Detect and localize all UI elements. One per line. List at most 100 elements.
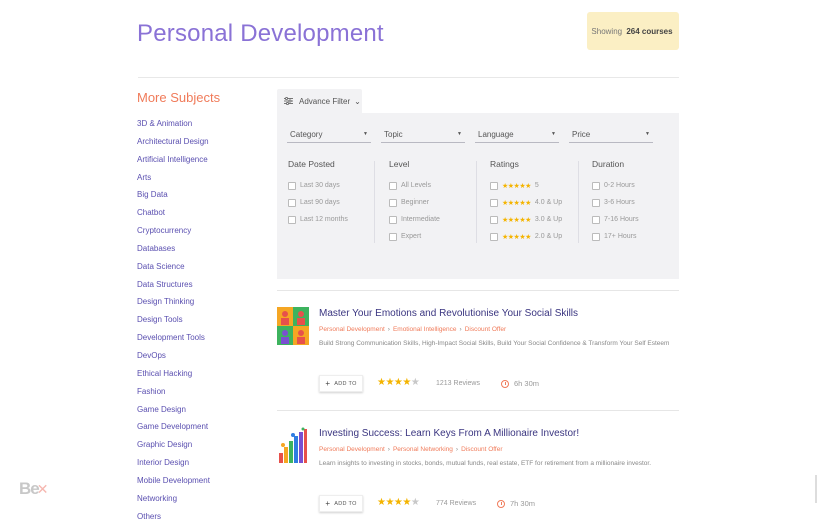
checkbox[interactable]: [389, 181, 397, 190]
subject-link[interactable]: Ethical Hacking: [137, 369, 210, 387]
checkbox[interactable]: [490, 215, 498, 224]
checkbox[interactable]: [288, 181, 296, 190]
ratings-filter: Ratings ★★★★★ 5 ★★★★★ 4.0 & Up ★★★★★ 3.0 & …: [490, 159, 562, 245]
subject-link[interactable]: Design Tools: [137, 315, 210, 333]
course-reviews: 1213 Reviews: [436, 380, 480, 387]
subject-link[interactable]: Fashion: [137, 387, 210, 405]
advance-filter-label: Advance Filter: [299, 96, 351, 106]
option-label: 3.0 & Up: [534, 216, 563, 223]
crumb-link[interactable]: Personal Development: [319, 446, 385, 453]
rating-option[interactable]: ★★★★★ 3.0 & Up: [490, 211, 562, 228]
checkbox[interactable]: [592, 215, 600, 224]
level-option[interactable]: Intermediate: [389, 211, 440, 228]
course-title[interactable]: Investing Success: Learn Keys From A Mil…: [319, 428, 579, 439]
option-label: Intermediate: [401, 216, 440, 223]
star-icon: ★★★★★: [502, 233, 531, 241]
price-dropdown[interactable]: Price ▼: [569, 126, 653, 143]
subject-link[interactable]: Big Data: [137, 190, 210, 208]
course-rating: ★★★★★: [377, 497, 420, 508]
subject-link[interactable]: Artificial Intelligence: [137, 155, 210, 173]
subject-link[interactable]: Chatbot: [137, 208, 210, 226]
date-option[interactable]: Last 30 days: [288, 177, 348, 194]
add-to-label: ADD TO: [334, 500, 357, 507]
filter-divider: [374, 161, 375, 243]
option-label: Last 90 days: [300, 199, 340, 206]
subject-link[interactable]: Design Thinking: [137, 297, 210, 315]
date-option[interactable]: Last 12 months: [288, 211, 348, 228]
rating-option[interactable]: ★★★★★ 5: [490, 177, 562, 194]
language-dropdown-label: Language: [478, 129, 514, 139]
level-option[interactable]: Beginner: [389, 194, 440, 211]
course-thumbnail[interactable]: [277, 427, 309, 465]
caret-down-icon: ▼: [457, 131, 462, 137]
subject-link[interactable]: Game Development: [137, 422, 210, 440]
crumb-link[interactable]: Emotional Intelligence: [393, 326, 457, 333]
subject-link[interactable]: Graphic Design: [137, 440, 210, 458]
subject-link[interactable]: Interior Design: [137, 458, 210, 476]
checkbox[interactable]: [389, 215, 397, 224]
checkbox[interactable]: [592, 181, 600, 190]
subject-link[interactable]: Game Design: [137, 405, 210, 423]
checkbox[interactable]: [490, 232, 498, 241]
checkbox[interactable]: [288, 198, 296, 207]
subject-link[interactable]: Mobile Development: [137, 476, 210, 494]
option-label: Last 12 months: [300, 216, 348, 223]
subject-link[interactable]: Databases: [137, 244, 210, 262]
add-to-button[interactable]: + ADD TO: [319, 375, 363, 392]
checkbox[interactable]: [288, 215, 296, 224]
option-label: Last 30 days: [300, 182, 340, 189]
crumb-link[interactable]: Discount Offer: [461, 446, 502, 453]
level-title: Level: [389, 159, 410, 169]
rating-option[interactable]: ★★★★★ 4.0 & Up: [490, 194, 562, 211]
course-count-badge: Showing 264 courses: [587, 12, 679, 50]
duration-option[interactable]: 17+ Hours: [592, 228, 639, 245]
topic-dropdown[interactable]: Topic ▼: [381, 126, 465, 143]
price-dropdown-label: Price: [572, 129, 591, 139]
subject-link[interactable]: Cryptocurrency: [137, 226, 210, 244]
subject-link[interactable]: Networking: [137, 494, 210, 512]
level-option[interactable]: Expert: [389, 228, 440, 245]
course-thumbnail[interactable]: [277, 307, 309, 345]
clock-icon: [501, 379, 509, 388]
subject-link[interactable]: DevOps: [137, 351, 210, 369]
checkbox[interactable]: [592, 232, 600, 241]
advance-filter-toggle[interactable]: Advance Filter ⌄: [277, 89, 362, 113]
crumb-link[interactable]: Personal Development: [319, 326, 385, 333]
add-to-button[interactable]: + ADD TO: [319, 495, 363, 512]
rating-option[interactable]: ★★★★★ 2.0 & Up: [490, 228, 562, 245]
subject-link[interactable]: Arts: [137, 173, 210, 191]
chevron-right-icon: ›: [455, 446, 459, 453]
crumb-link[interactable]: Discount Offer: [465, 326, 506, 333]
checkbox[interactable]: [592, 198, 600, 207]
category-dropdown[interactable]: Category ▼: [287, 126, 371, 143]
checkbox[interactable]: [389, 232, 397, 241]
checkbox[interactable]: [389, 198, 397, 207]
star-icon: ★★★★: [377, 377, 411, 388]
duration-option[interactable]: 3-6 Hours: [592, 194, 639, 211]
checkbox[interactable]: [490, 181, 498, 190]
subject-link[interactable]: Development Tools: [137, 333, 210, 351]
plus-icon: +: [325, 379, 331, 388]
option-label: 3-6 Hours: [604, 199, 635, 206]
star-empty-icon: ★: [410, 377, 420, 388]
subject-link[interactable]: Data Structures: [137, 280, 210, 298]
subject-link[interactable]: Architectural Design: [137, 137, 210, 155]
language-dropdown[interactable]: Language ▼: [475, 126, 559, 143]
duration-option[interactable]: 7-16 Hours: [592, 211, 639, 228]
subject-link[interactable]: 3D & Animation: [137, 119, 210, 137]
duration-title: Duration: [592, 159, 625, 169]
course-title[interactable]: Master Your Emotions and Revolutionise Y…: [319, 308, 578, 319]
duration-filter: Duration 0-2 Hours 3-6 Hours 7-16 Hours …: [592, 159, 639, 245]
level-option[interactable]: All Levels: [389, 177, 440, 194]
duration-option[interactable]: 0-2 Hours: [592, 177, 639, 194]
subject-link[interactable]: Others: [137, 512, 210, 520]
checkbox[interactable]: [490, 198, 498, 207]
subject-link[interactable]: Data Science: [137, 262, 210, 280]
date-option[interactable]: Last 90 days: [288, 194, 348, 211]
duration-label: 6h 30m: [514, 379, 540, 388]
logo-x-icon: ✕: [36, 481, 49, 497]
crumb-link[interactable]: Personal Networking: [393, 446, 453, 453]
option-label: All Levels: [401, 182, 431, 189]
caret-down-icon: ▼: [645, 131, 650, 137]
brand-logo: Be✕: [19, 479, 49, 499]
